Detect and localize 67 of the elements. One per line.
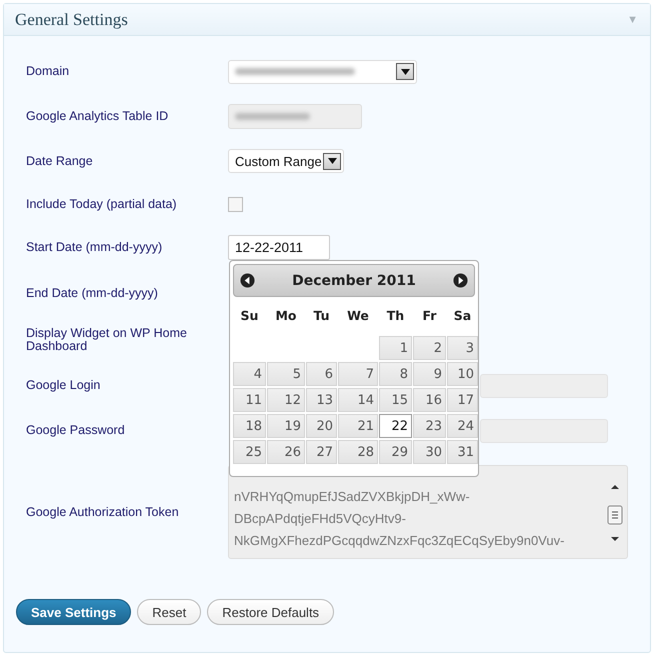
calendar-day[interactable]: 31 — [447, 440, 478, 464]
calendar-day[interactable]: 23 — [413, 414, 446, 438]
scrollbar-drawing[interactable] — [607, 482, 623, 544]
calendar-day[interactable]: 21 — [338, 414, 378, 438]
weekday-label: Su — [240, 307, 260, 325]
calendar-day[interactable]: 17 — [447, 388, 478, 412]
calendar-day[interactable]: 28 — [338, 440, 378, 464]
field-label: Domain — [26, 65, 70, 78]
calendar-day[interactable]: 24 — [447, 414, 478, 438]
calendar-day[interactable]: 9 — [413, 362, 446, 386]
calendar-day[interactable]: 6 — [306, 362, 337, 386]
input-field[interactable] — [228, 104, 362, 129]
field-label: Google Password — [26, 424, 126, 437]
next-icon[interactable] — [452, 273, 468, 288]
calendar-day[interactable]: 26 — [267, 440, 305, 464]
field-label: Display Widget on WP Home Dashboard — [26, 326, 188, 352]
input-field[interactable] — [480, 374, 608, 398]
dropdown-icon[interactable] — [323, 152, 341, 170]
calendar-day[interactable]: 13 — [306, 388, 337, 412]
field-label: Google Analytics Table ID — [26, 110, 170, 123]
field-label: End Date (mm-dd-yyyy) — [26, 286, 159, 300]
calendar-day[interactable]: 8 — [379, 362, 412, 386]
field-label: Start Date (mm-dd-yyyy) — [26, 241, 164, 254]
calendar-day[interactable]: 25 — [233, 440, 266, 464]
weekday-label: Fr — [422, 307, 438, 325]
calendar-day[interactable]: 3 — [447, 336, 478, 360]
token-text: nVRHYqQmupEfJSadZVXBkjpDH_xWw- DBcpAPdqtjeFHd5VQcyHtv9- NkGMgXFhezdPGcqqdwZNzxFqc3ZqECqSyEby9n0Vuv- — [234, 488, 564, 550]
field-label: Include Today (partial data) — [26, 198, 178, 210]
calendar-day[interactable]: 14 — [338, 388, 378, 412]
select-field[interactable]: Custom Range — [228, 149, 344, 173]
calendar-day[interactable]: 11 — [233, 388, 266, 412]
calendar-day[interactable]: 12 — [267, 388, 305, 412]
field-label: Date Range — [26, 154, 94, 168]
save-button[interactable]: Save Settings — [16, 599, 132, 625]
field-label: Google Login — [26, 379, 102, 392]
weekday-label: Mo — [274, 307, 298, 325]
secondary-button[interactable]: Reset — [137, 599, 202, 625]
calendar-day[interactable]: 16 — [413, 388, 446, 412]
calendar-day[interactable]: 20 — [306, 414, 337, 438]
input-field[interactable] — [480, 418, 608, 442]
calendar-day[interactable]: 5 — [267, 362, 305, 386]
calendar-day[interactable]: 1 — [379, 336, 412, 360]
date-field[interactable]: 12-22-2011 — [228, 235, 330, 260]
weekday-label: Th — [386, 307, 406, 325]
calendar-day[interactable]: 10 — [447, 362, 478, 386]
calendar-day[interactable]: 4 — [233, 362, 266, 386]
calendar-day[interactable]: 29 — [379, 440, 412, 464]
calendar-day[interactable]: 7 — [338, 362, 378, 386]
secondary-button[interactable]: Restore Defaults — [207, 599, 334, 625]
previous-icon[interactable] — [240, 273, 255, 288]
calendar-day[interactable]: 2 — [413, 336, 446, 360]
dropdown-icon[interactable] — [396, 63, 414, 80]
month-title: December 2011 — [292, 272, 416, 288]
weekday-label: We — [346, 307, 370, 325]
calendar-day[interactable]: 19 — [267, 414, 305, 438]
select-field[interactable] — [228, 60, 417, 84]
field-label: Google Authorization Token — [26, 506, 180, 518]
text-area[interactable]: nVRHYqQmupEfJSadZVXBkjpDH_xWw- DBcpAPdqtjeFHd5VQcyHtv9- NkGMgXFhezdPGcqqdwZNzxFqc3ZqECqSyEby9n0Vuv- — [228, 465, 628, 559]
calendar-day[interactable]: 18 — [233, 414, 266, 438]
calendar-day[interactable]: 15 — [379, 388, 412, 412]
checkbox[interactable] — [228, 196, 243, 212]
weekday-label: Sa — [452, 307, 472, 325]
panel-title: General Settings — [15, 10, 128, 30]
calendar-day[interactable]: 30 — [413, 440, 446, 464]
calendar-day[interactable]: 27 — [306, 440, 337, 464]
calendar-day[interactable]: 22 — [379, 414, 412, 438]
weekday-label: Tu — [312, 307, 331, 325]
